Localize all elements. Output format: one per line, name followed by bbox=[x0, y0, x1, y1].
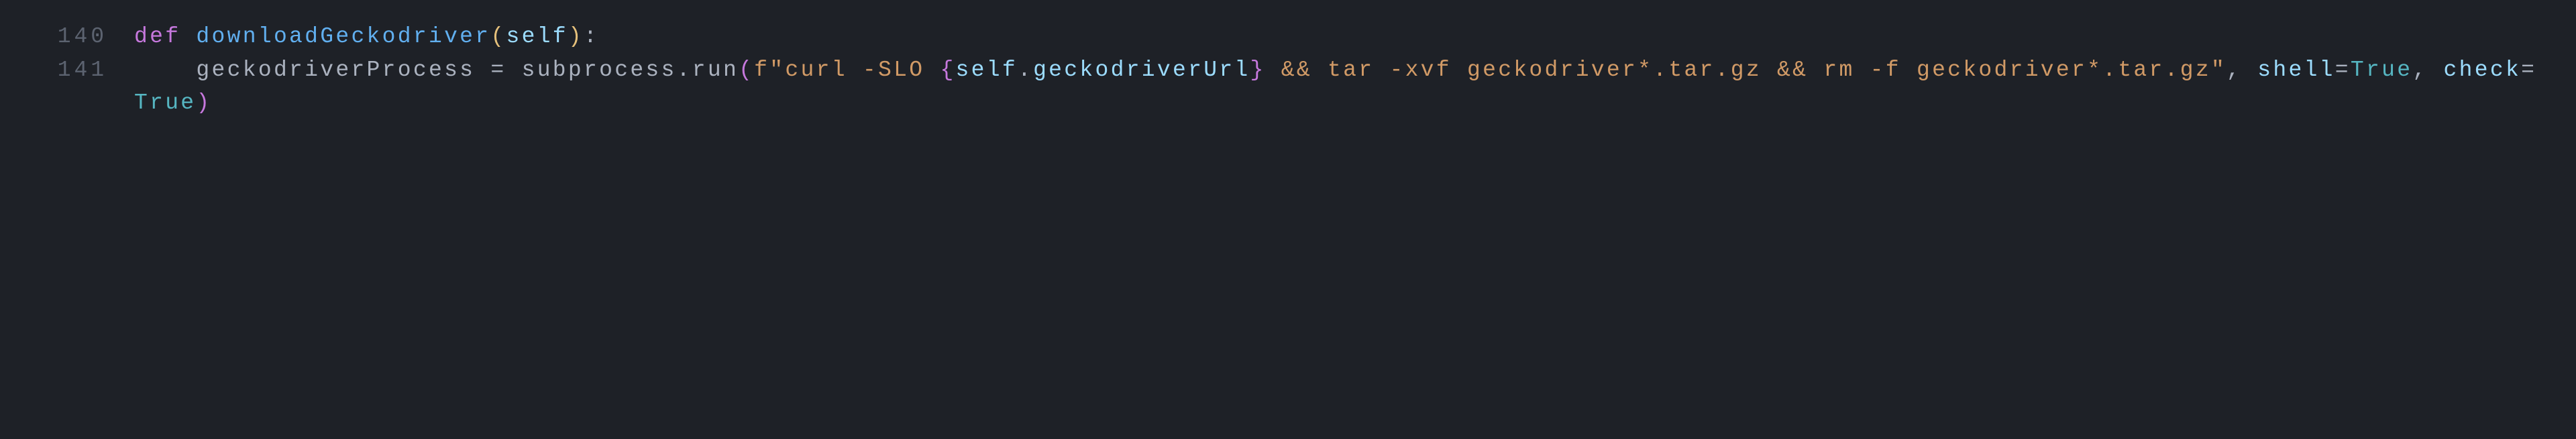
kwarg-shell: shell bbox=[2257, 58, 2335, 82]
string-open: " bbox=[769, 58, 785, 82]
param-self: self bbox=[506, 24, 568, 49]
variable: geckodriverProcess bbox=[196, 58, 475, 82]
comma: , bbox=[2412, 58, 2443, 82]
colon: : bbox=[584, 24, 599, 49]
code-line: 141 geckodriverProcess = subprocess.run(… bbox=[0, 54, 2576, 120]
code-content[interactable]: def downloadGeckodriver(self): bbox=[134, 20, 2576, 54]
fstring-self: self bbox=[956, 58, 1018, 82]
dot: . bbox=[1018, 58, 1033, 82]
line-number: 140 bbox=[0, 20, 134, 54]
const-true: True bbox=[134, 90, 196, 115]
fstring-brace-close: } bbox=[1250, 58, 1266, 82]
code-editor: 140 def downloadGeckodriver(self): 141 g… bbox=[0, 20, 2576, 120]
fstring-attr: geckodriverUrl bbox=[1033, 58, 1250, 82]
code-line: 140 def downloadGeckodriver(self): bbox=[0, 20, 2576, 54]
operator-equals: = bbox=[2521, 58, 2536, 82]
operator-equals: = bbox=[475, 58, 521, 82]
string-segment: curl -SLO bbox=[785, 58, 940, 82]
dot: . bbox=[677, 58, 692, 82]
string-close: " bbox=[2211, 58, 2226, 82]
string-segment: && tar -xvf geckodriver*.tar.gz && rm -f… bbox=[1266, 58, 2211, 82]
fstring-prefix: f bbox=[754, 58, 769, 82]
paren-close: ) bbox=[568, 24, 584, 49]
method-run: run bbox=[692, 58, 739, 82]
line-number: 141 bbox=[0, 54, 134, 87]
const-true: True bbox=[2351, 58, 2412, 82]
kwarg-check: check bbox=[2444, 58, 2522, 82]
fstring-brace-open: { bbox=[940, 58, 955, 82]
comma: , bbox=[2226, 58, 2257, 82]
operator-equals: = bbox=[2335, 58, 2351, 82]
module-subprocess: subprocess bbox=[522, 58, 677, 82]
function-name: downloadGeckodriver bbox=[196, 24, 490, 49]
keyword-def: def bbox=[134, 24, 180, 49]
paren-open: ( bbox=[490, 24, 506, 49]
paren-open: ( bbox=[739, 58, 754, 82]
code-content[interactable]: geckodriverProcess = subprocess.run(f"cu… bbox=[134, 54, 2576, 120]
paren-close: ) bbox=[196, 90, 211, 115]
